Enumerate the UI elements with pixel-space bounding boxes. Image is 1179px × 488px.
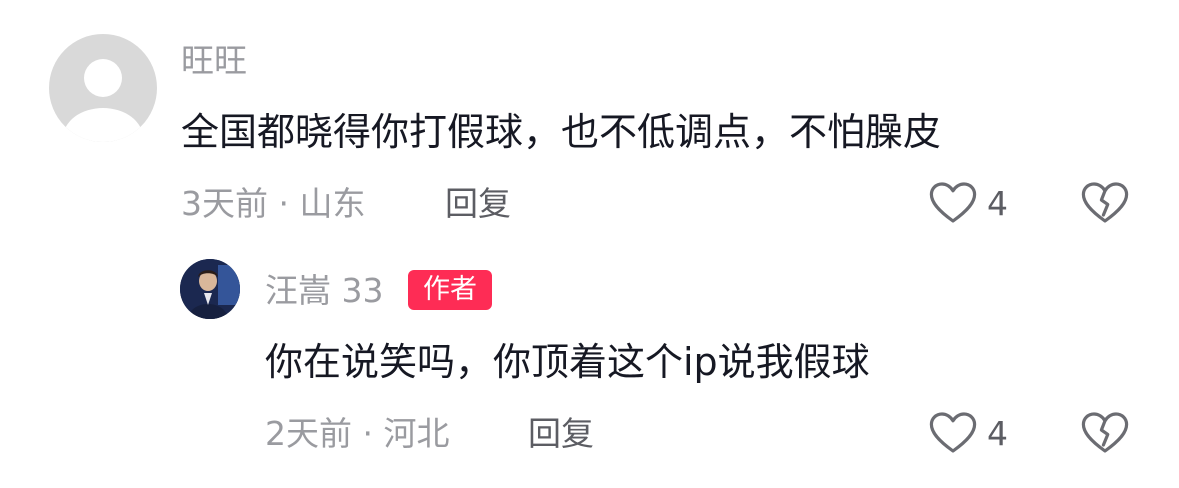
heart-outline-icon[interactable] bbox=[929, 180, 977, 226]
broken-heart-icon[interactable] bbox=[1081, 410, 1129, 456]
author-badge: 作者 bbox=[408, 270, 492, 310]
reply-time: 2天前 bbox=[265, 414, 352, 453]
comment-location: 山东 bbox=[299, 184, 366, 223]
avatar-author[interactable] bbox=[180, 259, 240, 319]
reply-username[interactable]: 汪嵩 33 bbox=[265, 274, 383, 307]
like-count: 4 bbox=[987, 414, 1008, 453]
reply-button[interactable]: 回复 bbox=[528, 417, 594, 450]
heart-outline-icon[interactable] bbox=[929, 410, 977, 456]
avatar-default[interactable] bbox=[49, 34, 157, 142]
reply-text: 你在说笑吗，你顶着这个ip说我假球 bbox=[265, 340, 870, 384]
comment-meta: 3天前 · 山东 bbox=[181, 187, 366, 220]
meta-separator: · bbox=[362, 414, 374, 453]
reply-location: 河北 bbox=[383, 414, 450, 453]
meta-separator: · bbox=[278, 184, 290, 223]
reply-button[interactable]: 回复 bbox=[445, 187, 511, 220]
comment-text: 全国都晓得你打假球，也不低调点，不怕臊皮 bbox=[181, 110, 942, 154]
broken-heart-icon[interactable] bbox=[1081, 180, 1129, 226]
comment-username[interactable]: 旺旺 bbox=[181, 44, 247, 77]
reply-meta: 2天前 · 河北 bbox=[265, 417, 450, 450]
comment-time: 3天前 bbox=[181, 184, 268, 223]
like-count: 4 bbox=[987, 184, 1008, 223]
